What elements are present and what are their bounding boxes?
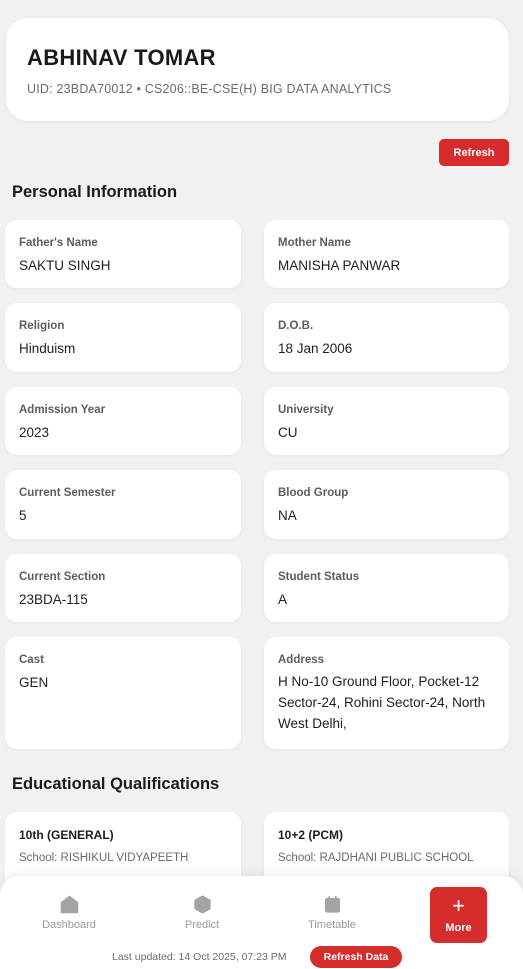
info-card-university: University CU (264, 387, 509, 455)
student-header-card: ABHINAV TOMAR UID: 23BDA70012 • CS206::B… (6, 18, 509, 121)
education-school: School: RISHIKUL VIDYAPEETH (19, 852, 189, 864)
nav-label: Timetable (308, 919, 356, 931)
info-label: University (278, 404, 334, 416)
info-label: Religion (19, 320, 65, 332)
info-card-current-section: Current Section 23BDA-115 (5, 554, 241, 622)
student-subtitle: UID: 23BDA70012 • CS206::BE-CSE(H) BIG D… (27, 82, 392, 96)
info-value: 23BDA-115 (19, 592, 88, 607)
info-value: MANISHA PANWAR (278, 258, 401, 273)
info-card-fathers-name: Father's Name SAKTU SINGH (5, 220, 241, 288)
nav-item-predict[interactable]: Predict (157, 895, 247, 937)
info-label: Blood Group (278, 487, 349, 499)
plus-icon: + (452, 893, 465, 918)
info-card-current-semester: Current Semester 5 (5, 470, 241, 539)
info-card-cast: Cast GEN (5, 637, 241, 749)
info-label: Current Section (19, 571, 106, 583)
info-card-address: Address H No-10 Ground Floor, Pocket-12 … (264, 637, 509, 749)
nav-label: Predict (184, 919, 220, 931)
info-value: H No-10 Ground Floor, Pocket-12 Sector-2… (278, 674, 486, 731)
refresh-button[interactable]: Refresh (439, 139, 509, 166)
info-card-religion: Religion Hinduism (5, 303, 241, 372)
hexagon-icon (193, 895, 211, 914)
nav-item-dashboard[interactable]: Dashboard (24, 895, 114, 937)
education-title-text: 10+2 (PCM) (278, 828, 344, 842)
info-card-student-status: Student Status A (264, 554, 509, 622)
info-label: Student Status (278, 571, 360, 583)
education-title-text: 10th (GENERAL) (19, 828, 114, 842)
more-label: More (445, 922, 472, 934)
info-label: Father's Name (19, 237, 98, 249)
info-value: GEN (19, 675, 49, 690)
refresh-data-button[interactable]: Refresh Data (310, 946, 402, 968)
info-card-blood-group: Blood Group NA (264, 470, 509, 539)
nav-label: Dashboard (42, 919, 96, 931)
info-label: Cast (19, 654, 44, 666)
calendar-icon (324, 895, 340, 913)
home-icon (60, 895, 78, 914)
info-value: NA (278, 508, 297, 523)
info-value: SAKTU SINGH (19, 258, 111, 273)
info-value: 18 Jan 2006 (278, 341, 353, 356)
info-label: Current Semester (19, 487, 116, 499)
info-value: A (278, 592, 288, 607)
education-title: Educational Qualifications (12, 775, 220, 793)
student-name: ABHINAV TOMAR (27, 45, 216, 70)
more-button[interactable]: + More (430, 887, 487, 943)
personal-info-title: Personal Information (12, 183, 178, 201)
info-value: Hinduism (19, 341, 76, 356)
info-label: Admission Year (19, 404, 106, 416)
info-value: 5 (19, 508, 27, 523)
info-card-admission-year: Admission Year 2023 (5, 387, 241, 455)
info-value: CU (278, 425, 298, 440)
info-label: Address (278, 654, 325, 666)
info-value: 2023 (19, 425, 50, 440)
education-school: School: RAJDHANI PUBLIC SCHOOL (278, 852, 474, 864)
nav-item-timetable[interactable]: Timetable (287, 895, 377, 937)
info-card-mother-name: Mother Name MANISHA PANWAR (264, 220, 509, 288)
info-label: Mother Name (278, 237, 351, 249)
info-label: D.O.B. (278, 320, 314, 332)
info-card-dob: D.O.B. 18 Jan 2006 (264, 303, 509, 372)
last-updated-text: Last updated: 14 Oct 2025, 07:23 PM (112, 951, 287, 963)
